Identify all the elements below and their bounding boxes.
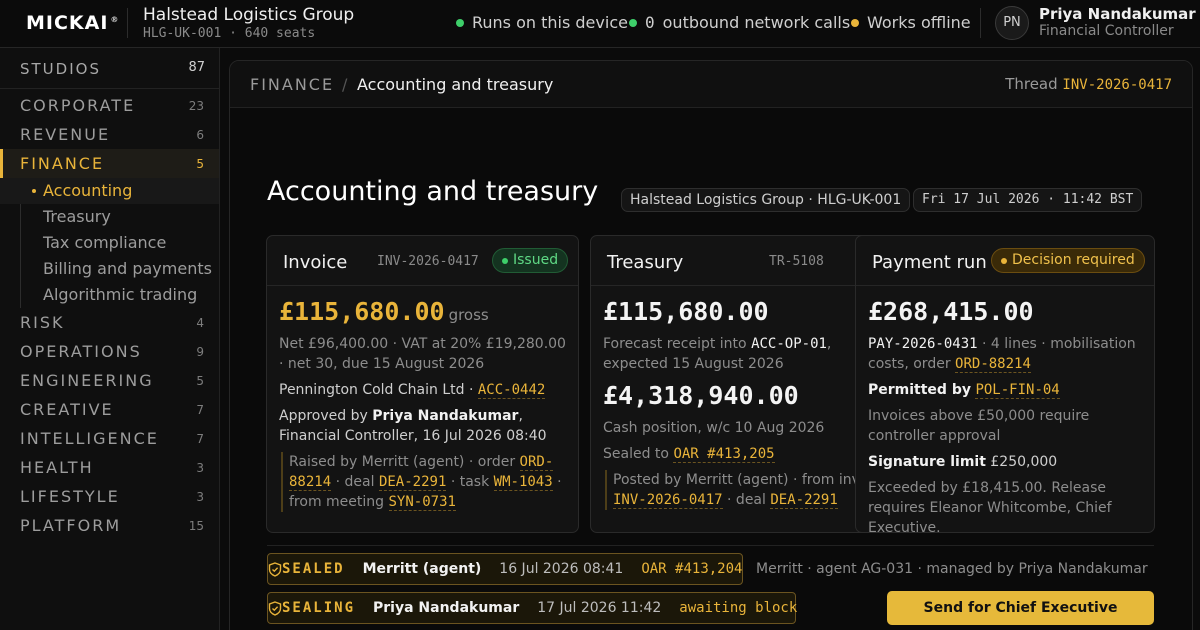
- send-for-signature-button[interactable]: Send for Chief Executive signature: [887, 591, 1154, 625]
- card-title: Treasury: [607, 252, 684, 273]
- date-chip: Fri 17 Jul 2026 · 11:42 BST: [913, 188, 1143, 212]
- oar-link[interactable]: OAR #413,204: [641, 561, 742, 577]
- deal-link[interactable]: DEA-2291: [378, 474, 447, 491]
- sidebar-item-finance[interactable]: FINANCE 5: [0, 149, 219, 178]
- sidebar-subitem-algo-trading[interactable]: Algorithmic trading: [0, 282, 219, 308]
- sidebar-subitem-tax-compliance[interactable]: Tax compliance: [0, 230, 219, 256]
- org-info: Halstead Logistics Group HLG-UK-001 · 64…: [143, 5, 354, 41]
- org-name: Halstead Logistics Group: [143, 5, 355, 25]
- invoice-provenance: Raised by Merritt (agent) · order ORD-88…: [281, 452, 569, 512]
- sidebar-item-corporate[interactable]: CORPORATE 23: [0, 91, 219, 120]
- account-link[interactable]: ACC-0442: [477, 382, 546, 399]
- card-title: Payment run: [872, 252, 987, 273]
- sidebar-item-platform[interactable]: PLATFORM 15: [0, 511, 219, 540]
- sidebar-subitem-treasury[interactable]: Treasury: [0, 204, 219, 230]
- thread-id-link[interactable]: INV-2026-0417: [1062, 77, 1172, 93]
- shield-check-icon: [268, 561, 282, 577]
- policy-link[interactable]: POL-FIN-04: [975, 382, 1060, 399]
- divider: [267, 545, 1154, 546]
- main-panel: FINANCE / Accounting and treasury Thread…: [229, 60, 1193, 630]
- status-dot-icon: [629, 18, 637, 27]
- payment-amount: £268,415.00: [868, 297, 1034, 326]
- status-dot-icon: [851, 18, 859, 27]
- breadcrumb-section[interactable]: FINANCE: [250, 75, 334, 94]
- thread-info: Thread INV-2026-0417: [1005, 75, 1172, 93]
- cash-position-label: Cash position, w/c 10 Aug 2026: [603, 420, 825, 436]
- status-network-calls: 0 outbound network calls: [629, 13, 850, 32]
- sidebar: STUDIOS 87 CORPORATE 23 REVENUE 6 FINANCE 5…: [0, 48, 220, 630]
- invoice-link[interactable]: INV-2026-0417: [613, 492, 723, 509]
- invoice-id: INV-2026-0417: [377, 254, 479, 269]
- sealed-line: Sealed to OAR #413,205: [603, 446, 775, 463]
- sidebar-item-intelligence[interactable]: INTELLIGENCE 7: [0, 424, 219, 453]
- seal-row-sealed[interactable]: SEALED Merritt (agent) 16 Jul 2026 08:41…: [267, 553, 743, 585]
- invoice-approval: Approved by Priya Nandakumar, Financial …: [279, 408, 547, 444]
- shield-check-icon: [268, 600, 282, 616]
- org-chip: Halstead Logistics Group · HLG-UK-001: [621, 188, 911, 212]
- studios-header: STUDIOS 87: [20, 60, 205, 78]
- oar-link[interactable]: OAR #413,205: [673, 446, 775, 463]
- signature-limit: Signature limit £250,000: [868, 454, 1058, 470]
- seal-row-sealing[interactable]: SEALING Priya Nandakumar 17 Jul 2026 11:…: [267, 592, 797, 624]
- sidebar-subitem-accounting[interactable]: Accounting: [0, 178, 219, 204]
- sidebar-subitem-billing[interactable]: Billing and payments: [0, 256, 219, 282]
- card-body: £115,680.00 Forecast receipt into ACC-OP…: [603, 296, 893, 510]
- divider: [0, 88, 219, 89]
- forecast-line: Forecast receipt into ACC-OP-01, expecte…: [603, 336, 832, 372]
- status-on-device: Runs on this device: [456, 13, 628, 32]
- status-offline: Works offline: [851, 13, 971, 32]
- treasury-provenance: Posted by Merritt (agent) · from invoice…: [605, 470, 893, 510]
- cash-position-amount: £4,318,940.00: [603, 381, 799, 410]
- deal-link[interactable]: DEA-2291: [770, 492, 838, 509]
- user-role: Financial Controller: [1039, 23, 1174, 39]
- user-name: Priya Nandakumar: [1039, 5, 1196, 23]
- task-link[interactable]: WM-1043: [493, 474, 553, 491]
- invoice-amount: £115,680.00: [279, 297, 445, 326]
- divider: [127, 8, 128, 38]
- app-logo[interactable]: MICKAI ®: [26, 12, 119, 34]
- payment-detail: PAY-2026-0431 · 4 lines · mobilisation c…: [868, 336, 1136, 373]
- card-title: Invoice: [283, 252, 348, 273]
- invoice-customer: Pennington Cold Chain Ltd · ACC-0442: [279, 382, 546, 399]
- sidebar-item-revenue[interactable]: REVENUE 6: [0, 120, 219, 149]
- invoice-card: Invoice INV-2026-0417 Issued £115,680.00…: [266, 235, 579, 533]
- exceeded-text: Exceeded by £18,415.00. Release requires…: [868, 480, 1112, 533]
- policy-text: Invoices above £50,000 require controlle…: [868, 408, 1090, 444]
- card-header: Payment run Decision required: [856, 236, 1154, 286]
- divider: [980, 8, 981, 38]
- invoice-detail: Net £96,400.00 · VAT at 20% £19,280.00 ·…: [279, 336, 566, 372]
- top-bar: MICKAI ® Halstead Logistics Group HLG-UK-…: [0, 0, 1200, 48]
- org-sub: HLG-UK-001 · 640 seats: [143, 26, 316, 41]
- sidebar-item-operations[interactable]: OPERATIONS 9: [0, 337, 219, 366]
- permitted-line: Permitted by POL-FIN-04: [868, 382, 1060, 399]
- treasury-id: TR-5108: [769, 254, 824, 269]
- meeting-link[interactable]: SYN-0731: [388, 494, 456, 511]
- breadcrumb-separator: /: [342, 75, 348, 94]
- sidebar-item-creative[interactable]: CREATIVE 7: [0, 395, 219, 424]
- status-dot-icon: [456, 18, 464, 27]
- payment-run-card: Payment run Decision required £268,415.0…: [855, 235, 1155, 533]
- order-link[interactable]: ORD-88214: [955, 356, 1031, 373]
- avatar[interactable]: PN: [995, 6, 1029, 40]
- breadcrumb: FINANCE / Accounting and treasury Thread…: [230, 61, 1192, 108]
- breadcrumb-page: Accounting and treasury: [357, 75, 554, 94]
- status-badge: Decision required: [991, 248, 1145, 273]
- card-header: Invoice INV-2026-0417 Issued: [267, 236, 578, 286]
- page-title: Accounting and treasury: [267, 176, 599, 207]
- card-body: £115,680.00 gross Net £96,400.00 · VAT at…: [279, 296, 569, 512]
- user-info[interactable]: Priya Nandakumar Financial Controller: [1039, 5, 1196, 39]
- sidebar-item-engineering[interactable]: ENGINEERING 5: [0, 366, 219, 395]
- status-badge: Issued: [492, 248, 569, 273]
- sidebar-item-lifestyle[interactable]: LIFESTYLE 3: [0, 482, 219, 511]
- sidebar-item-risk[interactable]: RISK 4: [0, 308, 219, 337]
- treasury-amount: £115,680.00: [603, 297, 769, 326]
- sidebar-item-health[interactable]: HEALTH 3: [0, 453, 219, 482]
- card-body: £268,415.00 PAY-2026-0431 · 4 lines · mo…: [868, 296, 1146, 533]
- agent-meta: Merritt · agent AG-031 · managed by Priy…: [756, 561, 1148, 577]
